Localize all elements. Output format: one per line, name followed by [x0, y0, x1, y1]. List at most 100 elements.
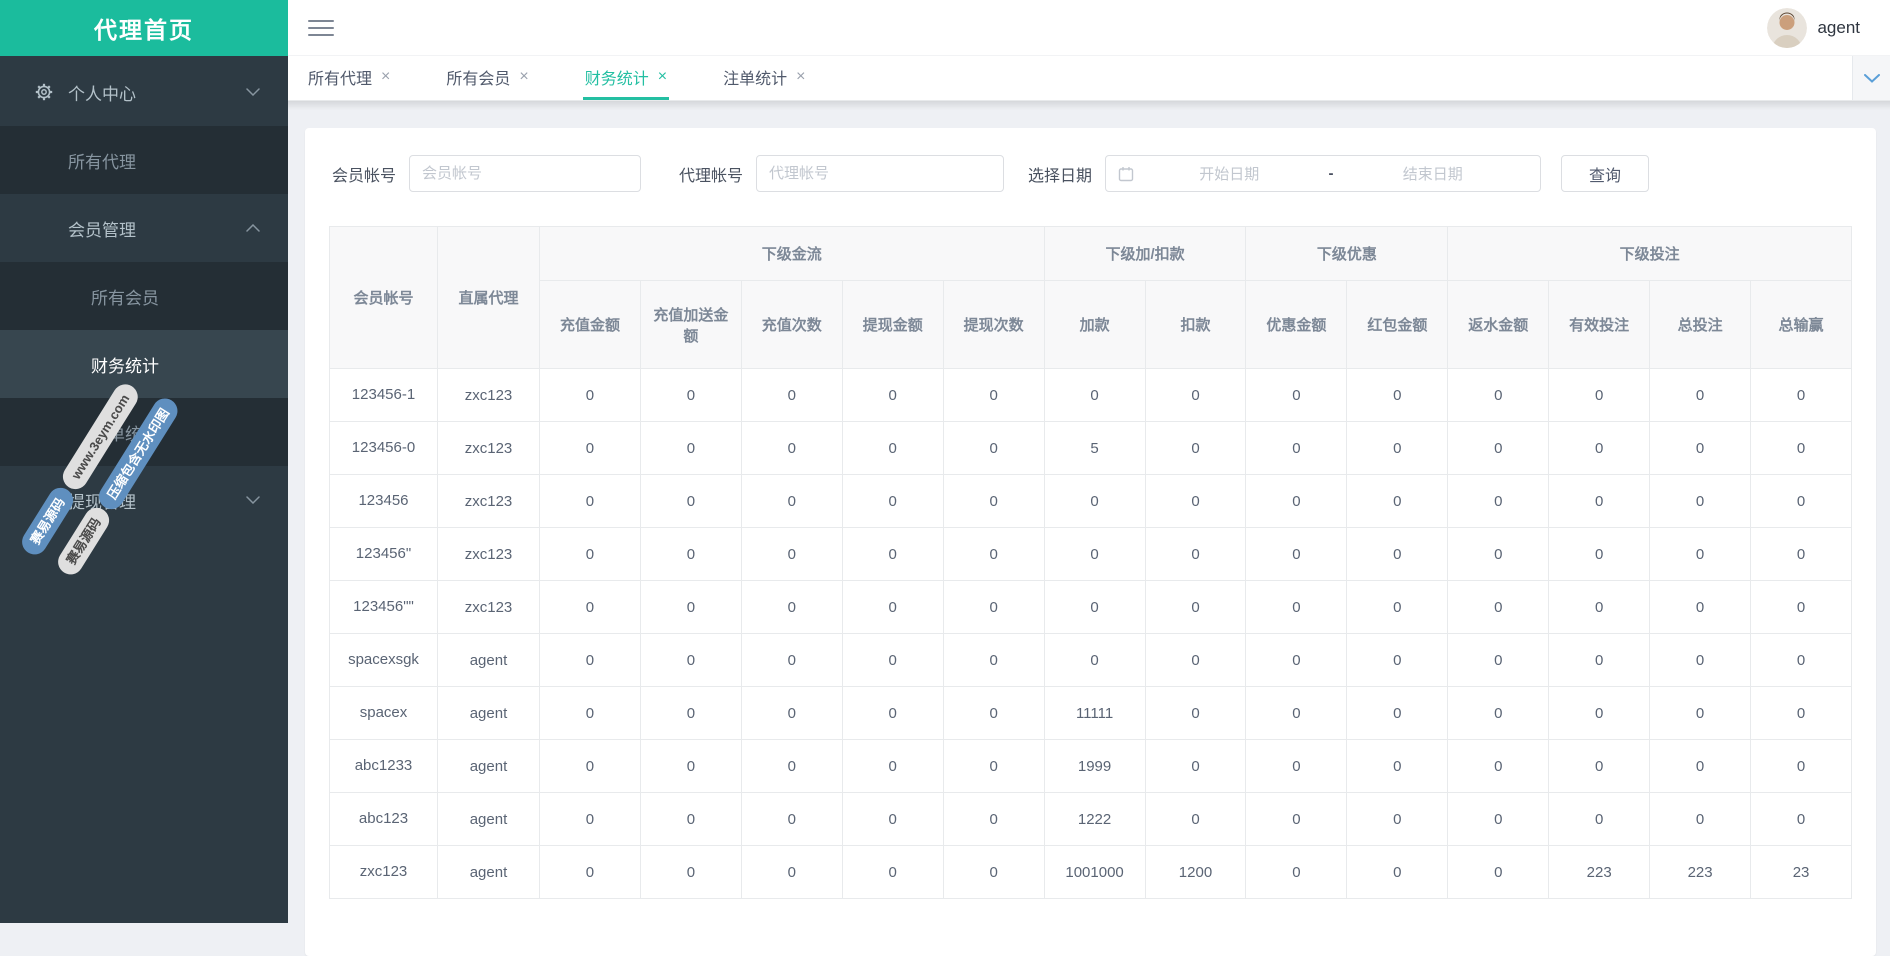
cell: 0	[1347, 634, 1448, 687]
cell: 0	[1448, 846, 1549, 899]
cell: 0	[1246, 528, 1347, 581]
column-header: 有效投注	[1549, 281, 1650, 369]
cell: 0	[540, 581, 641, 634]
cell: 1001000	[1044, 846, 1145, 899]
tab-bar: 所有代理×所有会员×财务统计×注单统计×	[288, 56, 1890, 101]
cell: 0	[1549, 369, 1650, 422]
table-row: 123456-0zxc1230000050000000	[330, 422, 1852, 475]
tab-finance-stats[interactable]: 财务统计×	[583, 56, 669, 100]
cell: agent	[438, 740, 540, 793]
cell: 0	[741, 369, 842, 422]
cell: 1999	[1044, 740, 1145, 793]
column-header: 加款	[1044, 281, 1145, 369]
close-icon[interactable]: ×	[658, 69, 667, 85]
date-range-picker[interactable]: 开始日期 - 结束日期	[1105, 155, 1541, 192]
cell: 0	[842, 581, 943, 634]
column-group-header: 下级优惠	[1246, 227, 1448, 281]
cell: 0	[1650, 528, 1751, 581]
page: { "app": { "title": "代理首页" }, "colors": …	[0, 0, 1890, 923]
cell: 0	[1751, 528, 1852, 581]
content-card: 会员帐号 代理帐号 选择日期 开始日期 - 结束日期 查询 会员帐号直属代理下级…	[305, 128, 1876, 956]
column-header: 提现次数	[943, 281, 1044, 369]
sidebar-item-all-members[interactable]: 所有会员	[0, 262, 288, 330]
sidebar-item-member-management[interactable]: 会员管理	[0, 194, 288, 262]
close-icon[interactable]: ×	[519, 69, 528, 85]
cell: 0	[1044, 475, 1145, 528]
sidebar-item-label: 财务统计	[91, 352, 159, 377]
cell: 0	[1448, 687, 1549, 740]
column-group-header: 下级金流	[540, 227, 1045, 281]
cell: 0	[842, 422, 943, 475]
cell: 0	[1347, 475, 1448, 528]
column-header: 充值金额	[540, 281, 641, 369]
cell: 0	[540, 475, 641, 528]
column-header: 充值次数	[741, 281, 842, 369]
cell: 0	[540, 634, 641, 687]
avatar[interactable]	[1767, 8, 1807, 48]
cell: zxc123	[438, 369, 540, 422]
cell: 0	[1448, 581, 1549, 634]
cell-member-account: 123456""	[330, 581, 438, 634]
cell: 0	[640, 528, 741, 581]
cell: agent	[438, 687, 540, 740]
end-date-field[interactable]: 结束日期	[1338, 163, 1529, 184]
tab-bet-stats[interactable]: 注单统计×	[721, 56, 807, 100]
column-header: 直属代理	[438, 227, 540, 369]
close-icon[interactable]: ×	[381, 69, 390, 85]
cell: 0	[943, 422, 1044, 475]
tab-label: 所有代理	[308, 65, 372, 89]
sidebar-item-finance-stats[interactable]: 财务统计	[0, 330, 288, 398]
cell: 0	[943, 475, 1044, 528]
user-menu[interactable]: agent	[1767, 8, 1860, 48]
cell: 0	[1347, 740, 1448, 793]
cell: 0	[842, 687, 943, 740]
tab-all-agents[interactable]: 所有代理 ×	[306, 56, 392, 100]
tab-label: 所有会员	[446, 65, 510, 89]
query-button[interactable]: 查询	[1561, 155, 1649, 192]
hamburger-menu-icon[interactable]	[308, 20, 334, 36]
cell: 0	[1246, 369, 1347, 422]
cell: 0	[1246, 793, 1347, 846]
table-row: spacexsgkagent0000000000000	[330, 634, 1852, 687]
cell: 1222	[1044, 793, 1145, 846]
cell: 0	[842, 369, 943, 422]
table-header-group-row: 会员帐号直属代理下级金流下级加/扣款下级优惠下级投注	[330, 227, 1852, 281]
finance-table: 会员帐号直属代理下级金流下级加/扣款下级优惠下级投注充值金额充值加送金额充值次数…	[329, 226, 1852, 899]
cell: zxc123	[438, 475, 540, 528]
cell: 0	[943, 793, 1044, 846]
agent-account-label: 代理帐号	[679, 162, 743, 186]
close-icon[interactable]: ×	[796, 69, 805, 85]
cell-member-account: spacexsgk	[330, 634, 438, 687]
cell: zxc123	[438, 528, 540, 581]
sidebar-item-all-agents[interactable]: 所有代理	[0, 126, 288, 194]
cell: 0	[842, 846, 943, 899]
member-account-input[interactable]	[409, 155, 641, 192]
tab-all-members[interactable]: 所有会员 ×	[444, 56, 530, 100]
cell: 0	[1145, 528, 1246, 581]
sidebar-item-label: 个人中心	[68, 80, 136, 105]
cell: 0	[741, 793, 842, 846]
cell: 0	[1347, 581, 1448, 634]
cell: agent	[438, 634, 540, 687]
tabs-dropdown-button[interactable]	[1852, 56, 1890, 100]
cell-member-account: abc1233	[330, 740, 438, 793]
cell: agent	[438, 846, 540, 899]
cell: 0	[1145, 475, 1246, 528]
cell: 0	[741, 581, 842, 634]
sidebar-item-personal-center[interactable]: 个人中心	[0, 58, 288, 126]
chevron-up-icon	[246, 224, 260, 232]
cell: 0	[1751, 581, 1852, 634]
start-date-field[interactable]: 开始日期	[1134, 163, 1325, 184]
cell: 0	[1347, 528, 1448, 581]
agent-account-input[interactable]	[756, 155, 1004, 192]
cell: 0	[1650, 687, 1751, 740]
cell: 0	[1246, 634, 1347, 687]
date-separator: -	[1325, 165, 1338, 182]
cell: 0	[1751, 634, 1852, 687]
cell: 0	[842, 793, 943, 846]
cell-member-account: zxc123	[330, 846, 438, 899]
cell: 0	[741, 687, 842, 740]
top-header: agent	[288, 0, 1890, 56]
sidebar-item-label: 所有会员	[91, 284, 159, 309]
cell-member-account: 123456-1	[330, 369, 438, 422]
